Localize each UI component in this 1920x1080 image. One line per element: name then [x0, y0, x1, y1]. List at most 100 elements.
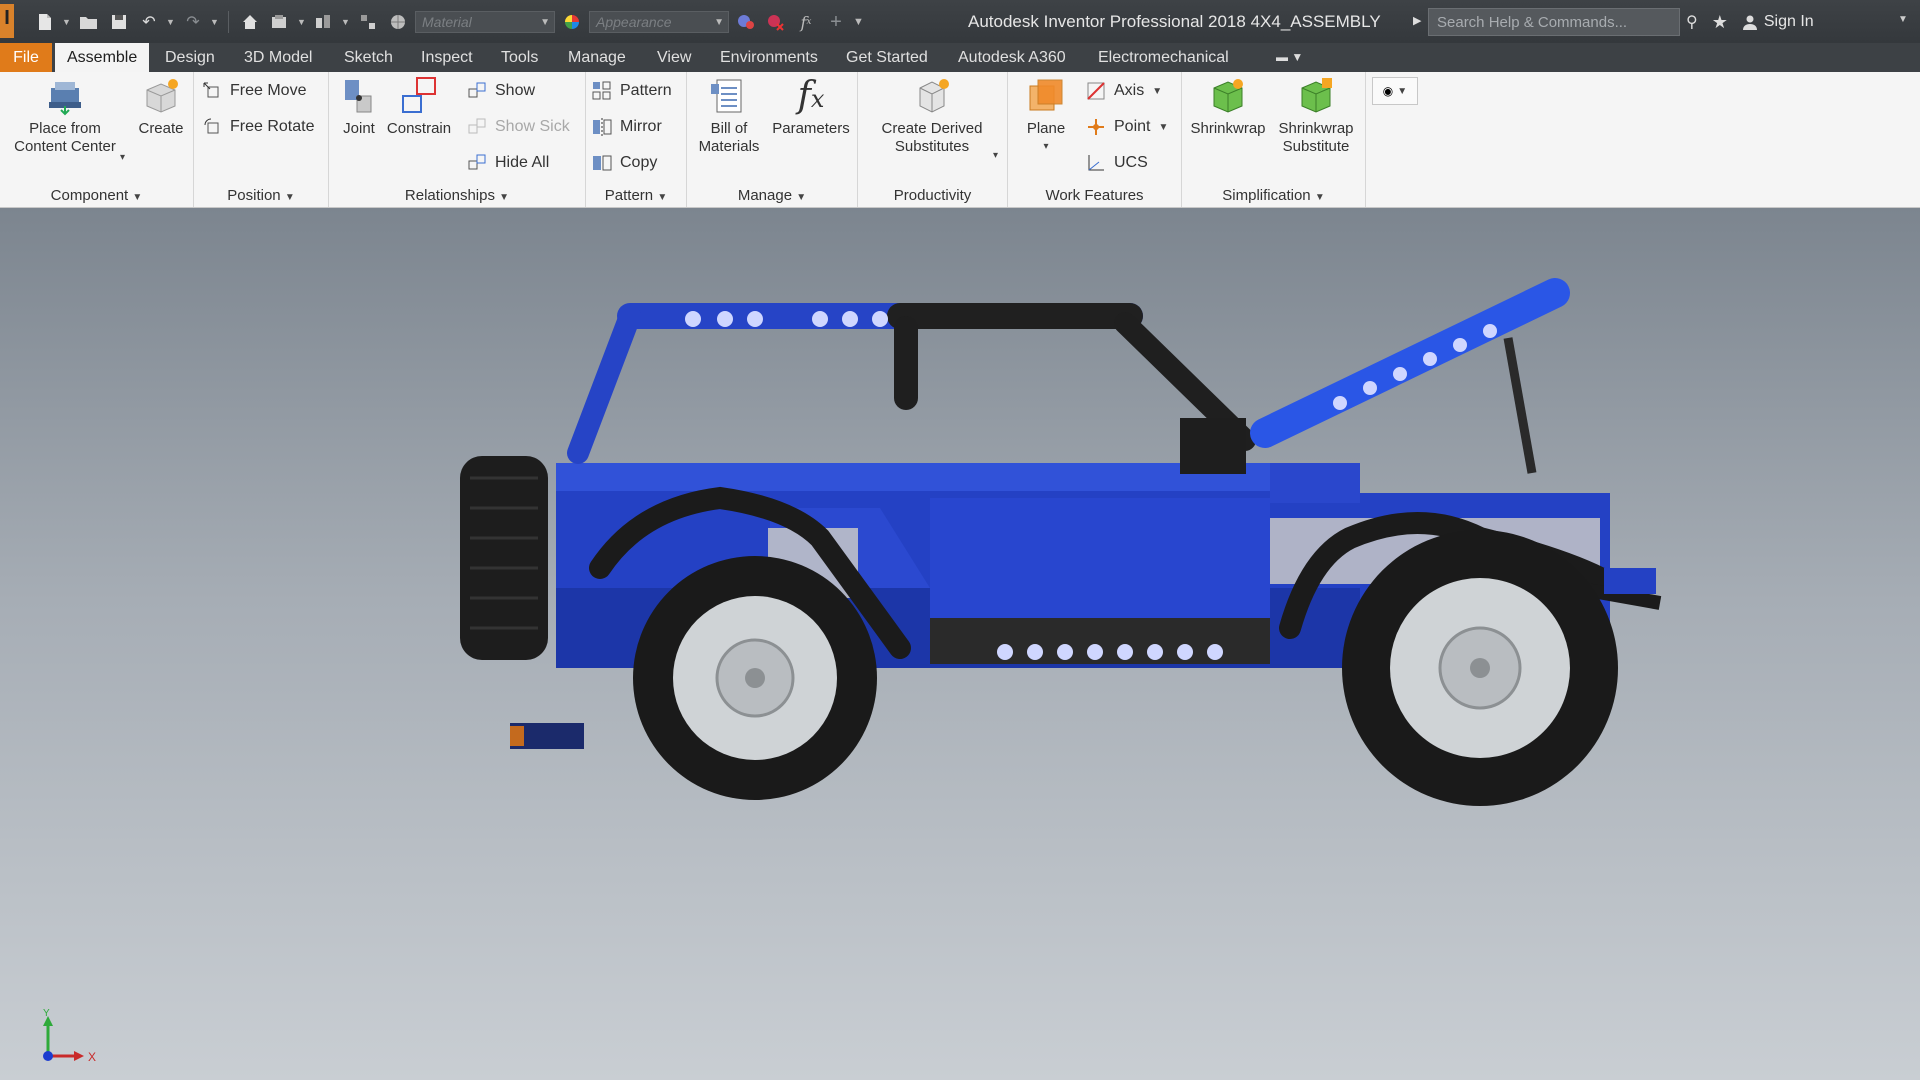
constrain-label: Constrain: [386, 120, 452, 137]
tab-electromechanical[interactable]: Electromechanical: [1086, 43, 1241, 72]
undo-icon[interactable]: ↶: [136, 9, 162, 35]
place-from-content-center-button[interactable]: Place from Content Center: [6, 76, 124, 156]
panel-title-work-features[interactable]: Work Features: [1008, 187, 1181, 204]
home-icon[interactable]: [237, 9, 263, 35]
save-icon[interactable]: [106, 9, 132, 35]
tab-assemble[interactable]: Assemble: [55, 43, 150, 72]
parameters-button[interactable]: fx Parameters: [769, 76, 853, 138]
tab-inspect[interactable]: Inspect: [409, 43, 485, 72]
color-wheel-icon[interactable]: [559, 9, 585, 35]
support-rod: [1503, 337, 1537, 474]
favorites-star-icon[interactable]: ★: [1712, 12, 1728, 33]
pattern-button[interactable]: Pattern: [592, 78, 672, 104]
copy-button[interactable]: Copy: [592, 150, 657, 176]
panel-title-simplification[interactable]: Simplification ▼: [1182, 187, 1365, 204]
view-triad[interactable]: X Y: [38, 1008, 98, 1068]
plus-icon[interactable]: +: [823, 9, 849, 35]
redo-dropdown-icon[interactable]: ▼: [210, 17, 220, 27]
ucs-button[interactable]: UCS: [1086, 150, 1148, 176]
appearance-combo[interactable]: Appearance ▼: [589, 11, 729, 33]
tab-3d-model[interactable]: 3D Model: [232, 43, 324, 72]
roll-cage[interactable]: [567, 303, 1256, 464]
projects-icon[interactable]: [267, 9, 293, 35]
material-combo[interactable]: Material ▼: [415, 11, 555, 33]
axis-button[interactable]: Axis ▼: [1086, 78, 1162, 104]
show-sick-button[interactable]: Show Sick: [467, 114, 570, 140]
open-file-icon[interactable]: [76, 9, 102, 35]
new-file-dropdown-icon[interactable]: ▼: [62, 17, 72, 27]
tab-autodesk-a360[interactable]: Autodesk A360: [946, 43, 1078, 72]
appearance-placeholder: Appearance: [596, 14, 672, 30]
panel-overflow-button[interactable]: ◉ ▼: [1372, 77, 1418, 105]
panel-title-pattern[interactable]: Pattern ▼: [586, 187, 686, 204]
search-binoculars-icon[interactable]: ⚲: [1686, 12, 1698, 32]
redo-icon[interactable]: ↷: [180, 9, 206, 35]
create-component-button[interactable]: Create: [134, 76, 188, 138]
create-component-icon: [141, 76, 181, 116]
tab-file[interactable]: File: [0, 43, 52, 72]
search-help-input[interactable]: Search Help & Commands...: [1428, 8, 1680, 36]
show-button[interactable]: Show: [467, 78, 535, 104]
plane-button[interactable]: Plane ▾: [1012, 76, 1080, 156]
tab-design[interactable]: Design: [153, 43, 227, 72]
panel-simplification: Shrinkwrap Shrinkwrap Substitute Simplif…: [1182, 72, 1366, 207]
free-move-button[interactable]: Free Move: [202, 78, 306, 104]
new-file-icon[interactable]: [32, 9, 58, 35]
mirror-label: Mirror: [620, 118, 662, 135]
chevron-down-icon[interactable]: ▾: [993, 150, 998, 161]
spare-tire[interactable]: [460, 456, 548, 660]
tab-environments[interactable]: Environments: [708, 43, 830, 72]
front-bumper[interactable]: [1604, 568, 1656, 594]
clear-appearance-icon[interactable]: [763, 9, 789, 35]
graphics-viewport[interactable]: X Y: [0, 208, 1920, 1080]
mirror-button[interactable]: Mirror: [592, 114, 662, 140]
customize-qat-icon[interactable]: ▼: [853, 16, 864, 28]
bill-of-materials-button[interactable]: Bill of Materials: [691, 76, 767, 156]
tab-manage[interactable]: Manage: [556, 43, 638, 72]
fx-parameters-icon[interactable]: fx: [793, 9, 819, 35]
create-derived-substitutes-button[interactable]: Create Derived Substitutes: [866, 76, 998, 156]
shrinkwrap-button[interactable]: Shrinkwrap: [1186, 76, 1270, 138]
sign-in-button[interactable]: Sign In: [1742, 13, 1814, 31]
plane-label: Plane: [1026, 120, 1066, 137]
update-dropdown-icon[interactable]: ▼: [341, 17, 351, 27]
panel-title-component[interactable]: Component ▼: [0, 187, 193, 204]
vehicle-model[interactable]: [0, 208, 1920, 1080]
free-rotate-button[interactable]: Free Rotate: [202, 114, 314, 140]
panel-title-productivity[interactable]: Productivity: [858, 187, 1007, 204]
tab-get-started[interactable]: Get Started: [834, 43, 940, 72]
hide-all-button[interactable]: Hide All: [467, 150, 549, 176]
joint-button[interactable]: Joint: [333, 76, 385, 138]
chevron-down-icon[interactable]: ▼: [1152, 86, 1162, 97]
constrain-button[interactable]: Constrain: [385, 76, 453, 138]
panel-title-manage[interactable]: Manage ▼: [687, 187, 857, 204]
ribbon-display-options-icon[interactable]: ▬ ▼: [1276, 50, 1303, 64]
front-wheel[interactable]: [1342, 530, 1618, 806]
pattern-label: Pattern: [620, 82, 672, 99]
tab-tools[interactable]: Tools: [489, 43, 550, 72]
chevron-down-icon[interactable]: ▼: [1898, 14, 1908, 25]
rear-wheel[interactable]: [633, 556, 877, 800]
tab-sketch[interactable]: Sketch: [332, 43, 405, 72]
derived-substitutes-icon: [912, 76, 952, 116]
globe-icon[interactable]: [385, 9, 411, 35]
select-priority-icon[interactable]: [355, 9, 381, 35]
shrinkwrap-icon: [1208, 76, 1248, 116]
panel-title-position[interactable]: Position ▼: [194, 187, 328, 204]
chevron-down-icon[interactable]: ▼: [1158, 122, 1168, 133]
panel-title-relationships[interactable]: Relationships ▼: [329, 187, 585, 204]
ribbon-tab-bar: File Assemble Design 3D Model Sketch Ins…: [0, 43, 1920, 72]
shrinkwrap-substitute-button[interactable]: Shrinkwrap Substitute: [1272, 76, 1360, 156]
point-icon: [1086, 117, 1106, 137]
chevron-down-icon[interactable]: ▾: [120, 152, 125, 163]
adjust-appearance-icon[interactable]: [733, 9, 759, 35]
chevron-right-icon[interactable]: ▶: [1413, 14, 1421, 27]
projects-dropdown-icon[interactable]: ▼: [297, 17, 307, 27]
tab-view[interactable]: View: [645, 43, 703, 72]
undo-dropdown-icon[interactable]: ▼: [166, 17, 176, 27]
chevron-down-icon[interactable]: ▾: [1012, 138, 1080, 156]
inventor-logo[interactable]: I: [0, 4, 14, 38]
update-icon[interactable]: [311, 9, 337, 35]
point-button[interactable]: Point ▼: [1086, 114, 1168, 140]
point-label: Point: [1114, 118, 1151, 135]
